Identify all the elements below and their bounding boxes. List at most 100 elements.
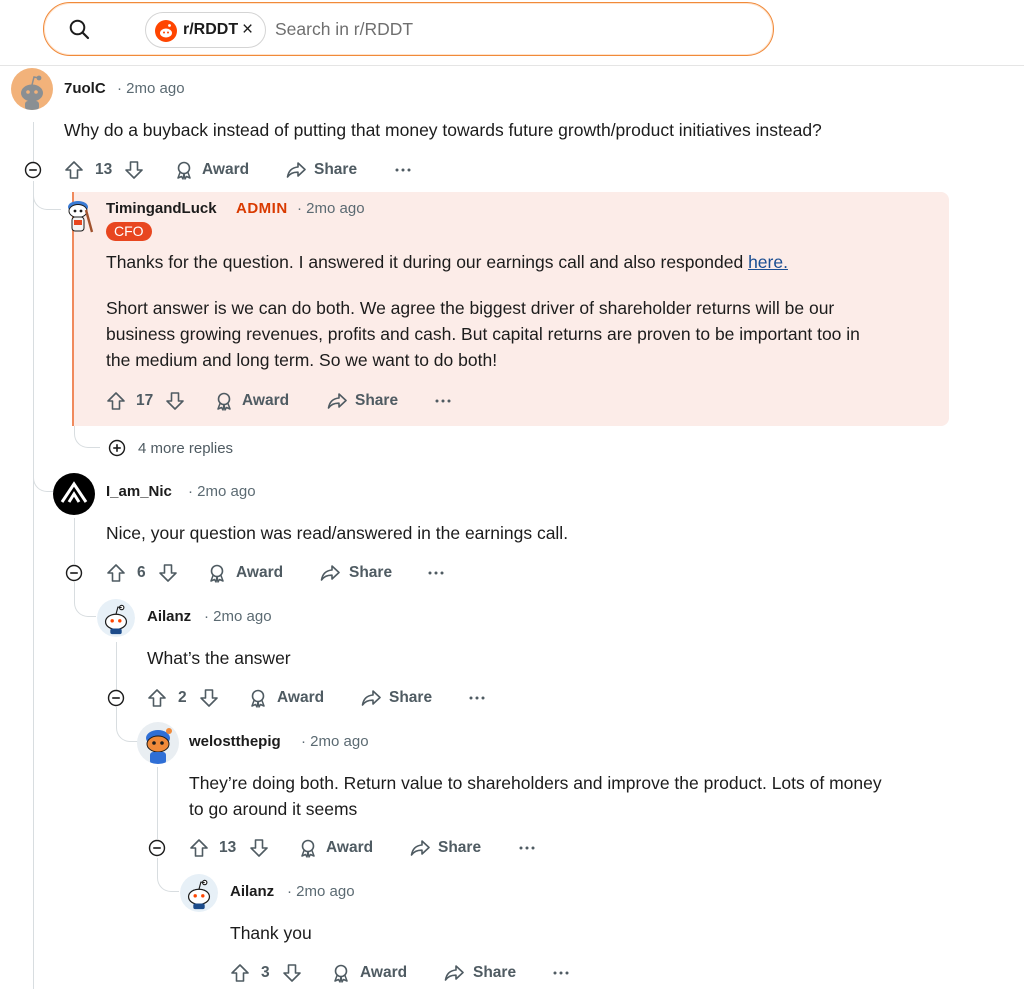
share-icon[interactable] xyxy=(286,160,306,180)
downvote-icon[interactable] xyxy=(124,160,144,180)
collapse-icon[interactable] xyxy=(24,161,42,179)
share-button[interactable]: Share xyxy=(389,689,432,707)
downvote-icon[interactable] xyxy=(165,391,185,411)
thread-line xyxy=(116,642,117,690)
upvote-icon[interactable] xyxy=(230,963,250,983)
comment-actions: 13 Award Share xyxy=(64,158,424,182)
user-flair: CFO xyxy=(106,222,152,241)
more-replies-link[interactable]: 4 more replies xyxy=(138,440,233,457)
top-bar: r/RDDT × Search in r/RDDT xyxy=(0,0,1024,66)
search-bar[interactable]: r/RDDT × Search in r/RDDT xyxy=(43,2,774,56)
award-icon[interactable] xyxy=(214,391,234,411)
more-options-icon[interactable] xyxy=(393,160,413,180)
upvote-icon[interactable] xyxy=(189,838,209,858)
award-button[interactable]: Award xyxy=(326,839,373,857)
share-icon[interactable] xyxy=(361,688,381,708)
comment-actions: 2 Award Share xyxy=(147,686,507,710)
timestamp: · 2mo ago xyxy=(287,883,355,900)
avatar[interactable] xyxy=(60,196,96,236)
award-button[interactable]: Award xyxy=(277,689,324,707)
username[interactable]: TimingandLuck xyxy=(106,200,217,217)
comment-body: Thanks for the question. I answered it d… xyxy=(106,252,788,272)
upvote-icon[interactable] xyxy=(106,391,126,411)
search-placeholder[interactable]: Search in r/RDDT xyxy=(275,19,413,40)
thread-line xyxy=(74,518,75,564)
username[interactable]: Ailanz xyxy=(230,883,274,900)
comment-body-line: They’re doing both. Return value to shar… xyxy=(189,773,882,793)
award-icon[interactable] xyxy=(207,563,227,583)
award-button[interactable]: Award xyxy=(236,564,283,582)
more-options-icon[interactable] xyxy=(551,963,571,983)
thread-connector xyxy=(157,858,179,892)
award-icon[interactable] xyxy=(248,688,268,708)
timestamp: · 2mo ago xyxy=(188,483,256,500)
share-button[interactable]: Share xyxy=(438,839,481,857)
username[interactable]: Ailanz xyxy=(147,608,191,625)
upvote-icon[interactable] xyxy=(106,563,126,583)
vote-count: 13 xyxy=(95,161,113,178)
timestamp: · 2mo ago xyxy=(297,200,365,217)
collapse-icon[interactable] xyxy=(148,839,166,857)
upvote-icon[interactable] xyxy=(147,688,167,708)
expand-icon[interactable] xyxy=(108,439,126,457)
avatar[interactable] xyxy=(11,68,53,110)
collapse-icon[interactable] xyxy=(65,564,83,582)
timestamp: · 2mo ago xyxy=(204,608,272,625)
snoo-avatar-icon xyxy=(21,75,43,110)
comment-body-line: to go around it seems xyxy=(189,799,358,819)
thread-line xyxy=(33,181,34,989)
comment-body-line: Short answer is we can do both. We agree… xyxy=(106,298,835,318)
award-icon[interactable] xyxy=(174,160,194,180)
share-button[interactable]: Share xyxy=(314,161,357,179)
username[interactable]: 7uolC xyxy=(64,80,106,97)
thread-line xyxy=(157,767,158,839)
share-icon[interactable] xyxy=(320,563,340,583)
comment-body-line: business growing revenues, profits and c… xyxy=(106,324,860,344)
snoo-avatar-icon[interactable] xyxy=(97,597,135,639)
share-button[interactable]: Share xyxy=(355,392,398,410)
downvote-icon[interactable] xyxy=(249,838,269,858)
vote-count: 6 xyxy=(137,564,146,581)
username[interactable]: welostthepig xyxy=(189,733,281,750)
username[interactable]: I_am_Nic xyxy=(106,483,172,500)
comment-actions: 13 Award Share xyxy=(189,836,549,860)
comment-body: Why do a buyback instead of putting that… xyxy=(64,120,822,140)
share-icon[interactable] xyxy=(327,391,347,411)
avatar[interactable] xyxy=(137,722,179,764)
vote-count: 3 xyxy=(261,964,270,981)
more-options-icon[interactable] xyxy=(517,838,537,858)
comment-body-line: the medium and long term. So we want to … xyxy=(106,350,498,370)
upvote-icon[interactable] xyxy=(64,160,84,180)
thread-connector xyxy=(74,582,96,617)
collapse-icon[interactable] xyxy=(107,689,125,707)
thread-connector xyxy=(33,440,53,492)
share-icon[interactable] xyxy=(444,963,464,983)
downvote-icon[interactable] xyxy=(282,963,302,983)
comment-body: Thank you xyxy=(230,923,312,943)
comment-actions: 17 Award Share xyxy=(106,389,466,413)
snoo-avatar-icon xyxy=(68,201,94,233)
share-button[interactable]: Share xyxy=(473,964,516,982)
comment-actions: 3 Award Share xyxy=(230,961,590,985)
here-link[interactable]: here. xyxy=(748,252,788,272)
share-icon[interactable] xyxy=(410,838,430,858)
award-button[interactable]: Award xyxy=(360,964,407,982)
snoo-avatar-icon[interactable] xyxy=(180,872,218,914)
share-button[interactable]: Share xyxy=(349,564,392,582)
award-button[interactable]: Award xyxy=(202,161,249,179)
award-icon[interactable] xyxy=(331,963,351,983)
community-chip[interactable]: r/RDDT × xyxy=(145,12,266,48)
downvote-icon[interactable] xyxy=(199,688,219,708)
more-options-icon[interactable] xyxy=(433,391,453,411)
vote-count: 13 xyxy=(219,839,237,856)
downvote-icon[interactable] xyxy=(158,563,178,583)
close-icon[interactable]: × xyxy=(242,19,253,41)
more-options-icon[interactable] xyxy=(426,563,446,583)
avatar[interactable] xyxy=(53,473,95,515)
award-icon[interactable] xyxy=(298,838,318,858)
timestamp: · 2mo ago xyxy=(117,80,185,97)
comment-actions: 6 Award Share xyxy=(106,561,466,585)
more-options-icon[interactable] xyxy=(467,688,487,708)
comment-body: Nice, your question was read/answered in… xyxy=(106,523,569,543)
award-button[interactable]: Award xyxy=(242,392,289,410)
